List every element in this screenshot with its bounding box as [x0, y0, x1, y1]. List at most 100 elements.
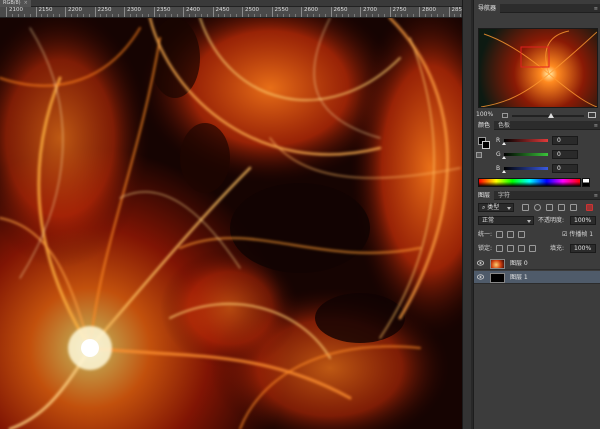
- fill-field[interactable]: 100%: [570, 244, 596, 253]
- image-canvas[interactable]: [0, 18, 462, 429]
- layer-thumbnail[interactable]: [490, 259, 505, 269]
- lock-transparent-icon[interactable]: [496, 245, 503, 252]
- zoom-in-icon[interactable]: [588, 112, 596, 118]
- tab-layers[interactable]: 图层: [474, 191, 495, 200]
- layer-row[interactable]: 图层 1: [474, 271, 600, 284]
- channel-slider-knob[interactable]: [502, 142, 506, 145]
- layer-row[interactable]: 图层 0: [474, 257, 600, 270]
- ruler-tick-label: 2300: [127, 7, 141, 13]
- color-header: 颜色 色板 ≡: [474, 121, 600, 130]
- panel-menu-icon[interactable]: ≡: [594, 6, 598, 12]
- filter-type-icon[interactable]: [546, 204, 553, 211]
- filter-smart-object-icon[interactable]: [570, 204, 577, 211]
- unify-visibility-icon[interactable]: [507, 231, 514, 238]
- tab-swatches[interactable]: 色板: [494, 121, 514, 130]
- navigator-preview: [479, 29, 597, 107]
- lock-image-icon[interactable]: [507, 245, 514, 252]
- ruler-minor-tick: [76, 14, 78, 17]
- ruler-minor-tick: [259, 14, 261, 17]
- ruler-minor-tick: [112, 14, 114, 17]
- ruler-minor-tick: [324, 14, 326, 17]
- ruler-minor-tick: [413, 14, 415, 17]
- layer-name[interactable]: 图层 1: [510, 273, 528, 282]
- panel-menu-icon[interactable]: ≡: [594, 123, 598, 129]
- eye-icon[interactable]: [477, 260, 484, 266]
- panel-menu-icon[interactable]: ≡: [594, 193, 598, 199]
- channel-slider-knob[interactable]: [502, 170, 506, 173]
- ruler-tick: 2750: [389, 7, 407, 17]
- channel-slider[interactable]: [502, 167, 548, 173]
- document-tab-title: RGB/8): [3, 0, 21, 6]
- channel-slider[interactable]: [502, 139, 548, 145]
- layer-name[interactable]: 图层 0: [510, 259, 528, 268]
- ruler-minor-tick: [82, 14, 84, 17]
- layer-filter-kind[interactable]: ⌕ 类型: [478, 203, 514, 212]
- ruler-minor-tick: [283, 14, 285, 17]
- zoom-out-icon[interactable]: [502, 113, 508, 118]
- ruler-minor-tick: [194, 14, 196, 17]
- zoom-slider-knob[interactable]: [548, 113, 554, 118]
- document-tab[interactable]: RGB/8) ×: [0, 0, 31, 7]
- blend-mode-select[interactable]: 正常: [478, 216, 534, 225]
- unify-position-icon[interactable]: [496, 231, 503, 238]
- filter-shape-icon[interactable]: [558, 204, 565, 211]
- lock-position-icon[interactable]: [518, 245, 525, 252]
- ruler-tick: 2400: [183, 7, 200, 17]
- ruler-tick: 2200: [65, 7, 82, 17]
- color-spectrum[interactable]: [478, 178, 581, 187]
- zoom-value[interactable]: 100%: [476, 111, 493, 118]
- zoom-slider[interactable]: [512, 113, 584, 118]
- navigator-thumbnail[interactable]: [478, 28, 598, 108]
- fill-label: 填充:: [550, 245, 565, 252]
- ruler-tick: 2500: [242, 7, 259, 17]
- ruler-tick: 2800: [419, 7, 436, 17]
- ruler-minor-tick: [407, 14, 409, 17]
- ruler-minor-tick: [141, 14, 143, 17]
- channel-slider-knob[interactable]: [502, 156, 506, 159]
- ruler-minor-tick: [159, 14, 161, 17]
- ruler-minor-tick: [295, 14, 297, 17]
- channel-value-field[interactable]: 0: [552, 164, 578, 173]
- lock-icon[interactable]: [529, 245, 536, 252]
- ruler-minor-tick: [29, 14, 31, 17]
- ruler-minor-tick: [348, 14, 350, 17]
- channel-value-field[interactable]: 0: [552, 150, 578, 159]
- tab-character[interactable]: 字符: [494, 191, 514, 200]
- black-white-swatch[interactable]: [582, 178, 590, 187]
- close-icon[interactable]: ×: [24, 0, 28, 6]
- filter-toggle-icon[interactable]: [586, 204, 593, 211]
- ruler-tick-label: 2550: [274, 7, 289, 13]
- filter-pixel-icon[interactable]: [522, 204, 529, 211]
- ruler-minor-tick: [171, 14, 173, 17]
- swatch-icon[interactable]: [476, 152, 482, 158]
- ruler-tick: 2700: [360, 7, 377, 17]
- channel-value-field[interactable]: 0: [552, 136, 578, 145]
- layer-thumbnail[interactable]: [490, 273, 505, 283]
- ruler-minor-tick: [342, 14, 344, 17]
- horizontal-ruler[interactable]: 2100 2150 2200 2250 2300 2350 2400 2450 2500 2550…: [0, 7, 462, 18]
- propagate-frame-label[interactable]: ☑ 传播帧 1: [562, 230, 593, 239]
- ruler-minor-tick: [318, 14, 320, 17]
- ruler-minor-tick: [165, 14, 167, 17]
- ruler-minor-tick: [177, 14, 179, 17]
- ruler-minor-tick: [17, 14, 19, 17]
- ruler-minor-tick: [365, 14, 367, 17]
- lock-label: 锁定:: [478, 245, 493, 252]
- opacity-field[interactable]: 100%: [570, 216, 596, 225]
- right-panel: 导航器 ≡ 100% 颜色 色板 ≡ R 0 G 0 B 0 图层 字符 ≡ ⌕…: [473, 0, 600, 429]
- filter-adjustment-icon[interactable]: [534, 204, 541, 211]
- tab-navigator[interactable]: 导航器: [474, 4, 501, 13]
- vertical-scrollbar[interactable]: [462, 0, 471, 429]
- channel-slider[interactable]: [502, 153, 548, 159]
- ruler-tick: 2150: [35, 7, 53, 17]
- eye-icon[interactable]: [477, 274, 484, 280]
- tab-color[interactable]: 颜色: [474, 121, 495, 130]
- ruler-minor-tick: [265, 14, 267, 17]
- ruler-minor-tick: [312, 14, 314, 17]
- opacity-value: 100%: [574, 217, 592, 224]
- ruler-minor-tick: [88, 14, 90, 17]
- unify-style-icon[interactable]: [518, 231, 525, 238]
- background-swatch[interactable]: [482, 141, 490, 149]
- flame-artwork: [0, 18, 462, 429]
- ruler-minor-tick: [100, 14, 102, 17]
